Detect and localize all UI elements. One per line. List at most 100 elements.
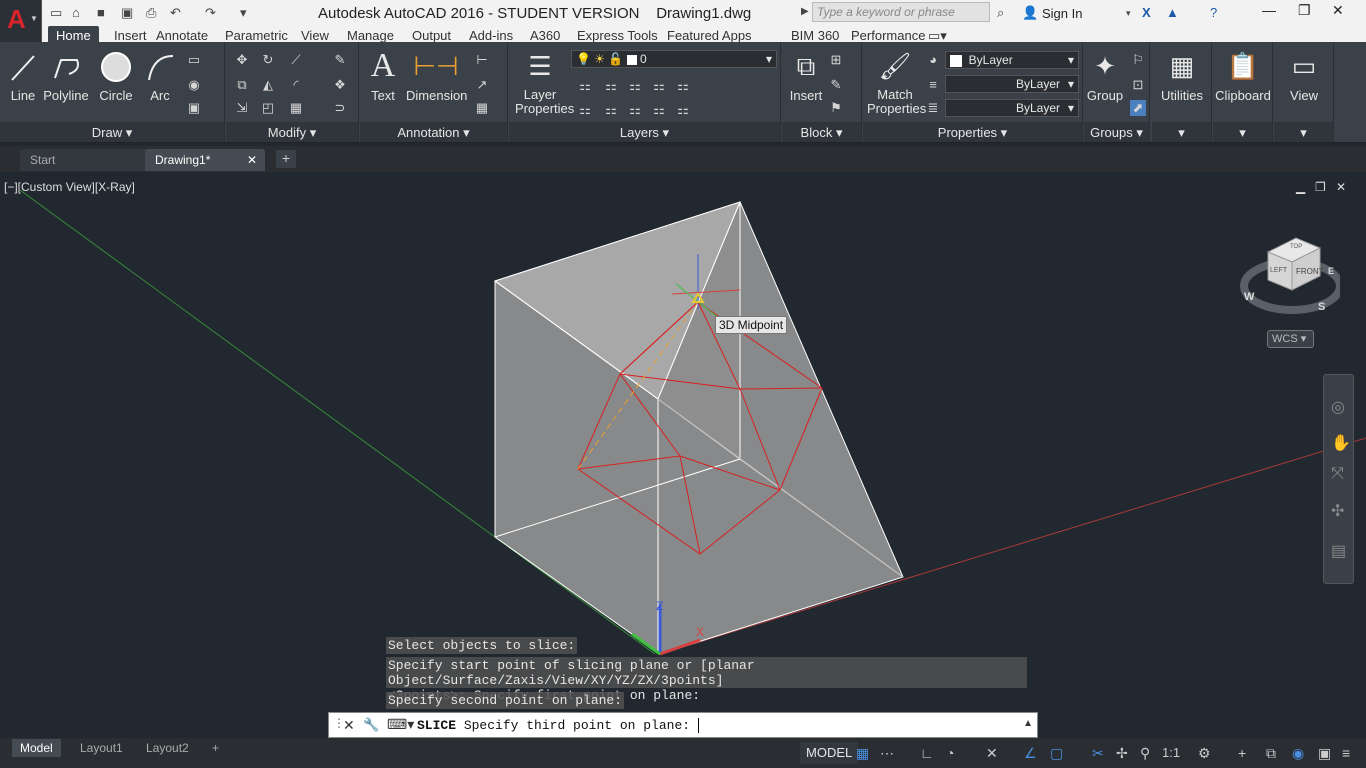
- orbit-icon[interactable]: ✣: [1331, 501, 1344, 521]
- model-space-button[interactable]: MODEL: [800, 742, 859, 764]
- explode-icon[interactable]: ❖: [332, 77, 348, 93]
- block-panel-title[interactable]: Block ▾: [782, 122, 861, 142]
- showmotion-icon[interactable]: ▤: [1331, 541, 1346, 561]
- close-icon[interactable]: ✕: [247, 153, 257, 167]
- view-button[interactable]: ▭ View: [1276, 50, 1332, 103]
- layout-tab-model[interactable]: Model: [12, 739, 61, 757]
- file-tab-drawing[interactable]: Drawing1* ✕: [145, 149, 265, 171]
- redo-icon[interactable]: ↷: [205, 5, 216, 21]
- close-command-icon[interactable]: ✕: [343, 717, 355, 734]
- view-panel-title[interactable]: ▾: [1274, 122, 1333, 142]
- layer-tool-icon[interactable]: ⚏: [577, 78, 593, 94]
- zoom-icon[interactable]: ⤧: [1331, 465, 1344, 483]
- polar-icon[interactable]: ◔: [946, 745, 954, 761]
- customization-icon[interactable]: ≡: [1342, 745, 1350, 761]
- layout-tab-layout1[interactable]: Layout1: [72, 739, 131, 757]
- modify-panel-title[interactable]: Modify ▾: [226, 122, 358, 142]
- viewcube[interactable]: TOP LEFT FRONT W S E: [1240, 234, 1344, 321]
- circle-button[interactable]: Circle: [96, 50, 136, 103]
- wcs-menu[interactable]: WCS ▾: [1267, 330, 1314, 348]
- clean-screen-icon[interactable]: ▣: [1318, 745, 1331, 762]
- viewcube-graphic[interactable]: TOP LEFT FRONT W S E: [1240, 234, 1344, 318]
- save-as-icon[interactable]: ▣: [121, 5, 133, 21]
- new-tab-button[interactable]: +: [276, 150, 296, 168]
- region-icon[interactable]: ▣: [186, 100, 202, 116]
- edit-block-icon[interactable]: ✎: [828, 77, 844, 93]
- add-layout-icon[interactable]: +: [204, 739, 227, 757]
- layers-panel-title[interactable]: Layers ▾: [509, 122, 780, 142]
- block-attribute-icon[interactable]: ⚑: [828, 100, 844, 116]
- move-icon[interactable]: ✥: [234, 52, 250, 68]
- undo-icon[interactable]: ↶: [170, 5, 181, 21]
- layer-tool-icon[interactable]: ⚏: [651, 102, 667, 118]
- close-icon[interactable]: ✕: [1332, 2, 1344, 19]
- exchange-icon[interactable]: X: [1142, 5, 1151, 20]
- layer-tool-icon[interactable]: ⚏: [675, 78, 691, 94]
- plot-icon[interactable]: ⎙: [146, 5, 156, 21]
- match-properties-button[interactable]: 🖌 Match Properties: [867, 50, 926, 116]
- rectangle-icon[interactable]: ▭: [186, 52, 202, 68]
- units-icon[interactable]: ⧉: [1266, 745, 1276, 762]
- snap-icon[interactable]: ⋯: [880, 745, 894, 762]
- color-dropdown[interactable]: ByLayer ▾: [945, 51, 1079, 69]
- table-icon[interactable]: ▦: [474, 100, 490, 116]
- layer-dropdown[interactable]: 💡 ☀ 🔓 0 ▾: [571, 50, 777, 68]
- open-icon[interactable]: ⌂: [72, 5, 80, 20]
- ungroup-icon[interactable]: ⚐: [1130, 52, 1146, 68]
- auto-scale-icon[interactable]: ✢: [1116, 745, 1128, 762]
- annotation-visibility-icon[interactable]: ✂: [1092, 745, 1104, 762]
- drawing-viewport[interactable]: [−][Custom View][X-Ray] ▁ ❐ ✕ Z X 3D Mid…: [0, 174, 1366, 738]
- draw-panel-title[interactable]: Draw ▾: [0, 122, 224, 142]
- help-icon[interactable]: ?: [1210, 5, 1217, 20]
- pan-hand-icon[interactable]: ✋: [1331, 433, 1351, 453]
- leader-icon[interactable]: ↗: [474, 77, 490, 93]
- recent-commands-icon[interactable]: ⌨▾: [387, 716, 414, 733]
- hardware-acceleration-icon[interactable]: ◉: [1292, 745, 1304, 762]
- save-icon[interactable]: ■: [97, 5, 105, 20]
- rotate-icon[interactable]: ↻: [260, 52, 276, 68]
- application-menu-button[interactable]: A ▼: [0, 0, 42, 42]
- command-input[interactable]: SLICE Specify third point on plane:: [417, 718, 707, 733]
- linear-dim-icon[interactable]: ⊢: [474, 52, 490, 68]
- layout-tab-layout2[interactable]: Layout2: [138, 739, 197, 757]
- group-button[interactable]: ✦ Group: [1086, 50, 1124, 103]
- annotation-monitor-icon[interactable]: +: [1238, 745, 1246, 761]
- workspace-gear-icon[interactable]: ⚙: [1198, 745, 1211, 762]
- annotation-panel-title[interactable]: Annotation ▾: [360, 122, 507, 142]
- text-button[interactable]: A Text: [366, 49, 400, 104]
- stretch-icon[interactable]: ⇲: [234, 100, 250, 116]
- arc-button[interactable]: Arc: [142, 50, 178, 103]
- sign-in-dropdown-icon[interactable]: ▾: [1126, 8, 1131, 19]
- offset-icon[interactable]: ⊃: [332, 100, 348, 116]
- clipboard-button[interactable]: 📋 Clipboard: [1215, 50, 1271, 103]
- copy-icon[interactable]: ⧉: [234, 77, 250, 93]
- clipboard-panel-title[interactable]: ▾: [1213, 122, 1272, 142]
- annotation-scale-value[interactable]: 1:1: [1162, 745, 1180, 760]
- layer-tool-icon[interactable]: ⚏: [627, 102, 643, 118]
- binoculars-icon[interactable]: ⌕: [997, 5, 1004, 21]
- object-snap-tracking-icon[interactable]: ∠: [1024, 745, 1037, 762]
- model-geometry[interactable]: Z X: [0, 174, 1366, 738]
- properties-panel-title[interactable]: Properties ▾: [863, 122, 1082, 142]
- layer-tool-icon[interactable]: ⚏: [603, 102, 619, 118]
- isodraft-icon[interactable]: ✕: [986, 745, 998, 762]
- layer-tool-icon[interactable]: ⚏: [627, 78, 643, 94]
- scale-icon[interactable]: ◰: [260, 100, 276, 116]
- maximize-icon[interactable]: ❐: [1298, 2, 1311, 19]
- array-icon[interactable]: ▦: [288, 100, 304, 116]
- command-line[interactable]: ⋮ ✕ 🔧 ⌨▾ SLICE Specify third point on pl…: [328, 712, 1038, 738]
- polyline-button[interactable]: Polyline: [42, 50, 90, 103]
- linetype-icon[interactable]: ≡: [925, 77, 941, 93]
- search-expand-icon[interactable]: ▶: [801, 6, 809, 17]
- steering-wheel-icon[interactable]: ◎: [1331, 397, 1345, 417]
- layer-tool-icon[interactable]: ⚏: [603, 78, 619, 94]
- customize-wrench-icon[interactable]: 🔧: [363, 717, 379, 733]
- erase-icon[interactable]: ✎: [332, 52, 348, 68]
- minimize-icon[interactable]: —: [1262, 2, 1276, 18]
- sign-in-link[interactable]: Sign In: [1042, 6, 1082, 21]
- utilities-panel-title[interactable]: ▾: [1152, 122, 1211, 142]
- group-select-icon[interactable]: ⬈: [1130, 100, 1146, 116]
- group-edit-icon[interactable]: ⊡: [1130, 77, 1146, 93]
- trim-icon[interactable]: ⟋: [288, 52, 304, 68]
- grid-icon[interactable]: ▦: [856, 745, 869, 762]
